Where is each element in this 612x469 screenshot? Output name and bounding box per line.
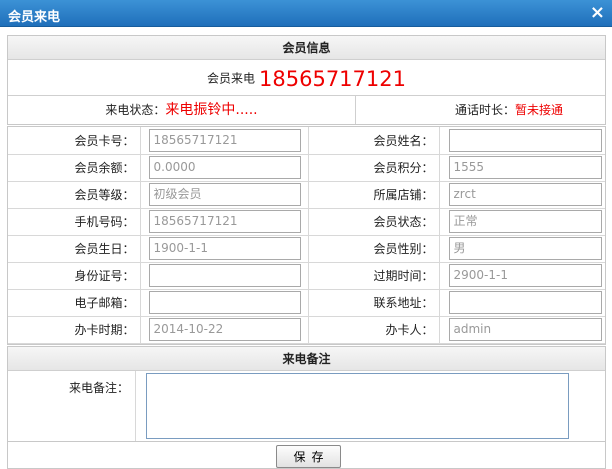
field-row: 会员等级： 初级会员 所属店铺： zrct	[8, 180, 605, 209]
field-input[interactable]: 初级会员	[148, 183, 301, 206]
remark-label: 来电备注：	[8, 371, 136, 441]
field-cell: 男	[438, 234, 605, 263]
field-input[interactable]	[148, 264, 301, 287]
field-cell: admin	[438, 315, 605, 344]
field-row: 会员生日： 1900-1-1 会员性别： 男	[8, 234, 605, 263]
field-input[interactable]: 1900-1-1	[148, 237, 301, 260]
field-cell: zrct	[438, 180, 605, 209]
field-label: 会员姓名：	[307, 127, 440, 155]
field-input[interactable]: admin	[448, 318, 602, 341]
remark-textarea[interactable]	[146, 373, 569, 439]
call-duration-value: 暂未接通	[514, 103, 563, 117]
field-label: 会员卡号：	[8, 127, 141, 155]
field-row: 电子邮箱： 联系地址：	[8, 288, 605, 317]
caller-label: 会员来电	[207, 71, 256, 86]
field-label: 会员等级：	[8, 180, 141, 209]
field-cell: 18565717121	[139, 207, 309, 236]
close-icon[interactable]: ×	[590, 3, 605, 23]
field-cell: 1555	[438, 153, 605, 182]
caller-row: 会员来电 18565717121	[8, 60, 605, 96]
field-row: 身份证号： 过期时间： 2900-1-1	[8, 261, 605, 290]
field-cell: 2900-1-1	[438, 261, 605, 290]
field-label: 身份证号：	[8, 261, 141, 290]
status-row: 来电状态：来电振铃中..... 通话时长：暂未接通	[8, 96, 605, 124]
field-input[interactable]: zrct	[448, 183, 602, 206]
field-cell: 2014-10-22	[139, 315, 309, 344]
member-info-panel: 会员信息 会员来电 18565717121 来电状态：来电振铃中..... 通话时…	[7, 35, 606, 125]
remark-heading: 来电备注	[8, 347, 605, 371]
field-cell	[139, 261, 309, 290]
field-row: 手机号码： 18565717121 会员状态： 正常	[8, 207, 605, 236]
field-input[interactable]	[448, 291, 602, 314]
field-label: 办卡时期：	[8, 315, 141, 344]
field-input[interactable]	[448, 128, 602, 152]
field-label: 办卡人：	[307, 315, 440, 344]
field-row: 会员卡号： 18565717121 会员姓名：	[8, 127, 605, 155]
field-input[interactable]: 2014-10-22	[148, 318, 301, 341]
field-input[interactable]: 男	[448, 237, 602, 260]
field-input[interactable]: 18565717121	[148, 128, 301, 152]
field-label: 会员状态：	[307, 207, 440, 236]
field-label: 联系地址：	[307, 288, 440, 317]
field-input[interactable]: 2900-1-1	[448, 264, 602, 287]
field-label: 手机号码：	[8, 207, 141, 236]
window-titlebar: 会员来电 ×	[0, 0, 612, 27]
remark-panel: 来电备注 来电备注：	[7, 346, 606, 442]
field-label: 会员积分：	[307, 153, 440, 182]
call-status-value: 来电振铃中.....	[165, 102, 258, 118]
field-cell: 正常	[438, 207, 605, 236]
save-button[interactable]: 保存	[276, 445, 341, 468]
field-row: 会员余额： 0.0000 会员积分： 1555	[8, 153, 605, 182]
caller-number: 18565717121	[259, 66, 406, 91]
field-cell: 1900-1-1	[139, 234, 309, 263]
field-label: 会员性别：	[307, 234, 440, 263]
field-input[interactable]: 正常	[448, 210, 602, 233]
field-label: 电子邮箱：	[8, 288, 141, 317]
field-input[interactable]: 1555	[448, 156, 602, 179]
field-input[interactable]	[148, 291, 301, 314]
member-fields-grid: 会员卡号： 18565717121 会员姓名： 会员余额： 0.0000 会员积分： 155…	[7, 126, 606, 345]
field-label: 会员生日：	[8, 234, 141, 263]
field-cell	[438, 127, 605, 155]
field-cell: 0.0000	[139, 153, 309, 182]
call-duration: 通话时长：暂未接通	[356, 96, 605, 124]
call-duration-label: 通话时长：	[454, 103, 515, 117]
field-input[interactable]: 0.0000	[148, 156, 301, 179]
field-cell: 18565717121	[139, 127, 309, 155]
field-input[interactable]: 18565717121	[148, 210, 301, 233]
call-status-label: 来电状态：	[105, 103, 166, 117]
window-title: 会员来电	[8, 10, 61, 25]
field-cell: 初级会员	[139, 180, 309, 209]
field-cell	[438, 288, 605, 317]
field-row: 办卡时期： 2014-10-22 办卡人： admin	[8, 315, 605, 344]
field-label: 所属店铺：	[307, 180, 440, 209]
footer-bar: 保存	[7, 442, 606, 469]
member-info-heading: 会员信息	[8, 36, 605, 60]
field-label: 过期时间：	[307, 261, 440, 290]
call-status: 来电状态：来电振铃中.....	[8, 96, 356, 124]
field-cell	[139, 288, 309, 317]
field-label: 会员余额：	[8, 153, 141, 182]
